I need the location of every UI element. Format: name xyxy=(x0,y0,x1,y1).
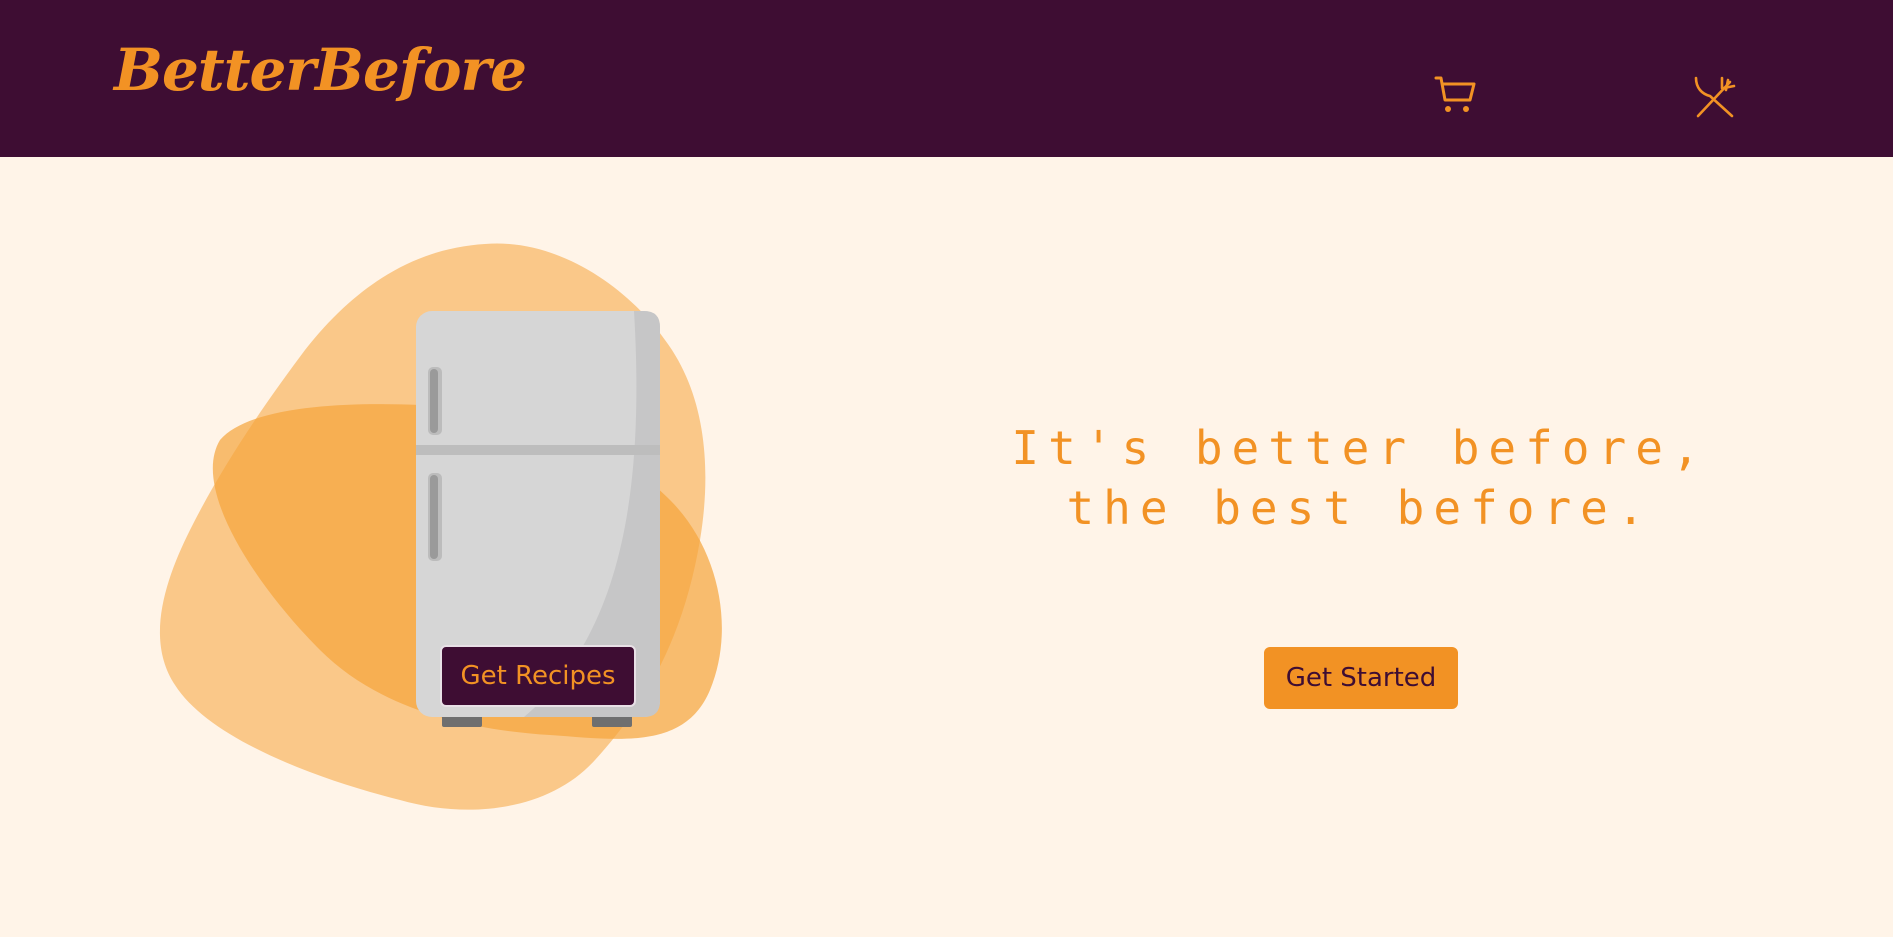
hero-tagline: It's better before, the best before. xyxy=(960,418,1760,538)
utensils-icon[interactable] xyxy=(1690,72,1738,120)
tagline-line-1: It's better before, xyxy=(1011,421,1709,475)
logo[interactable]: BetterBefore xyxy=(114,36,527,104)
get-started-button[interactable]: Get Started xyxy=(1264,647,1458,709)
tagline-line-2: the best before. xyxy=(1066,481,1654,535)
cart-icon[interactable] xyxy=(1432,72,1480,120)
site-header: BetterBefore xyxy=(0,0,1893,157)
get-recipes-button[interactable]: Get Recipes xyxy=(440,645,636,707)
